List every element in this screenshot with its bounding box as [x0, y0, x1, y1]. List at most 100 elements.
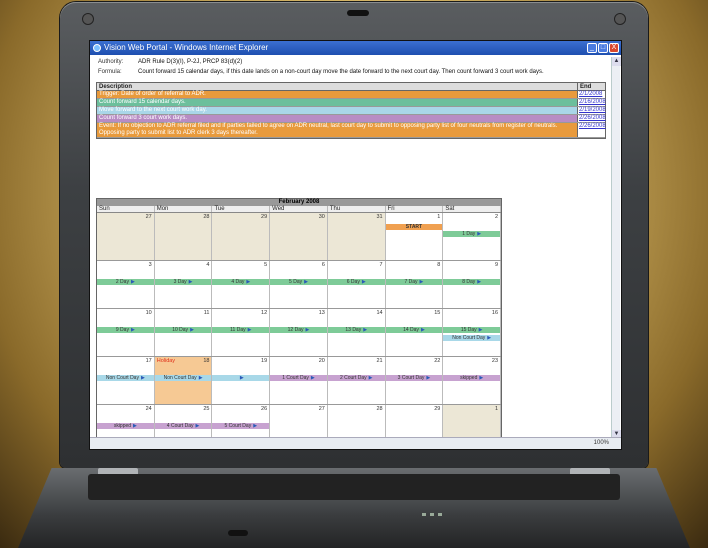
day-number: 27: [145, 214, 152, 220]
day-event-bar[interactable]: 2 Day ▶: [97, 279, 154, 285]
day-event-bar[interactable]: 4 Court Day ▶: [154, 423, 212, 429]
day-number: 29: [261, 214, 268, 220]
lid-screw-left: [82, 13, 94, 25]
calendar-day[interactable]: 4 3 Day ▶: [154, 261, 213, 308]
calendar-day[interactable]: 29: [212, 213, 271, 260]
maximize-button[interactable]: □: [598, 43, 608, 53]
calendar-day[interactable]: 30: [270, 213, 328, 260]
arrow-right-icon: ▶: [133, 423, 137, 429]
day-event-bar[interactable]: Non Court Day ▶: [154, 375, 212, 381]
day-event-bar[interactable]: 7 Day ▶: [385, 279, 443, 285]
day-number: 30: [318, 214, 325, 220]
day-event-bar[interactable]: 1 Court Day ▶: [270, 375, 327, 381]
day-event-bar[interactable]: ▶: [212, 375, 270, 381]
day-event-bar[interactable]: skipped ▶: [97, 423, 154, 429]
calendar-day[interactable]: 11 10 Day ▶: [154, 309, 213, 356]
steps-body: Trigger: Date of order of referral to AD…: [97, 91, 606, 138]
day-event-bar[interactable]: 5 Day ▶: [270, 279, 327, 285]
day-event-bar[interactable]: 3 Day ▶: [154, 279, 212, 285]
day-number: 10: [145, 310, 152, 316]
steps-header: Description End: [97, 83, 605, 91]
vertical-scrollbar[interactable]: ▲ ▼: [611, 57, 621, 439]
calendar-day[interactable]: 13 12 Day ▶: [270, 309, 328, 356]
day-event-bar[interactable]: START: [385, 224, 443, 230]
calendar-day[interactable]: 9 8 Day ▶: [443, 261, 502, 308]
day-number: 19: [261, 358, 268, 364]
minimize-button[interactable]: _: [587, 43, 597, 53]
day-event-label: 5 Day: [289, 279, 303, 285]
day-event-bar[interactable]: 14 Day ▶: [385, 327, 443, 333]
calendar-day[interactable]: 3 2 Day ▶: [97, 261, 155, 308]
calendar-day[interactable]: 10 9 Day ▶: [97, 309, 155, 356]
arrow-right-icon: ▶: [188, 279, 193, 285]
day-event-bar[interactable]: 2 Court Day ▶: [327, 375, 385, 381]
day-event-label: START: [405, 224, 423, 230]
close-button[interactable]: X: [609, 43, 619, 53]
calendar-day[interactable]: 19 ▶: [212, 357, 271, 404]
step-end-link[interactable]: 2/26/2008: [577, 123, 606, 137]
day-of-week-label: Fri: [386, 206, 444, 212]
day-event-bar[interactable]: skipped ▶: [443, 375, 501, 381]
day-event-bar[interactable]: 4 Day ▶: [212, 279, 270, 285]
steps-table: Description End Trigger: Date of order o…: [96, 82, 606, 139]
day-event-bar[interactable]: 1 Day ▶: [443, 231, 501, 237]
step-description: Count forward 15 calendar days.: [97, 99, 577, 106]
day-event-bar[interactable]: 12 Day ▶: [270, 327, 327, 333]
day-event-bar[interactable]: 3 Court Day ▶: [385, 375, 443, 381]
calendar-day[interactable]: 6 5 Day ▶: [270, 261, 328, 308]
day-number: 31: [376, 214, 383, 220]
day-event-label: 3 Court Day: [397, 375, 425, 381]
day-number: 12: [261, 310, 268, 316]
calendar-day[interactable]: 2 1 Day ▶: [443, 213, 502, 260]
calendar-day[interactable]: 7 6 Day ▶: [327, 261, 386, 308]
calendar-day[interactable]: 16 15 Day ▶ Non Court Day ▶: [443, 309, 502, 356]
scroll-up-icon[interactable]: ▲: [612, 57, 621, 66]
arrow-right-icon: ▶: [247, 327, 252, 333]
calendar-day[interactable]: 20 1 Court Day ▶: [270, 357, 328, 404]
title-bar[interactable]: Vision Web Portal - Windows Internet Exp…: [90, 41, 621, 55]
calendar-day[interactable]: 22 3 Court Day ▶: [385, 357, 444, 404]
calendar-day[interactable]: 21 2 Court Day ▶: [327, 357, 386, 404]
calendar-day[interactable]: 18 Holiday Non Court Day ▶: [154, 357, 213, 404]
status-bar: 100%: [90, 437, 621, 449]
laptop-base: [18, 468, 690, 548]
day-event-bar[interactable]: 6 Day ▶: [327, 279, 385, 285]
calendar-day[interactable]: 17 Non Court Day ▶: [97, 357, 155, 404]
day-number: 5: [264, 262, 268, 268]
day-number: 11: [203, 310, 210, 316]
step-row: Move forward to the next court work day.…: [97, 107, 606, 115]
day-event-bar[interactable]: 8 Day ▶: [443, 279, 501, 285]
day-event-label: 4 Court Day: [166, 423, 194, 429]
day-event-bar[interactable]: 15 Day ▶: [443, 327, 501, 333]
calendar-day[interactable]: 12 11 Day ▶: [212, 309, 271, 356]
arrow-right-icon: ▶: [479, 375, 484, 381]
calendar-day[interactable]: 27: [97, 213, 155, 260]
calendar-day[interactable]: 23 skipped ▶: [443, 357, 502, 404]
day-number: 18: [203, 358, 210, 364]
day-event-bar[interactable]: Non Court Day ▶: [97, 375, 154, 381]
step-end-link[interactable]: 2/19/2008: [577, 107, 606, 114]
calendar-day[interactable]: 8 7 Day ▶: [385, 261, 444, 308]
day-event-bar[interactable]: 10 Day ▶: [154, 327, 212, 333]
calendar-day[interactable]: 14 13 Day ▶: [327, 309, 386, 356]
day-event-bar[interactable]: 5 Court Day ▶: [212, 423, 270, 429]
calendar-day[interactable]: 5 4 Day ▶: [212, 261, 271, 308]
step-end-link[interactable]: 2/26/2008: [577, 115, 606, 122]
step-end-link[interactable]: 2/16/2008: [577, 99, 606, 106]
day-event-label: 2 Day: [115, 279, 129, 285]
day-event-bar[interactable]: 9 Day ▶: [97, 327, 154, 333]
day-number: 22: [434, 358, 441, 364]
authority-label: Authority:: [98, 59, 124, 65]
calendar-day[interactable]: 28: [154, 213, 213, 260]
day-event-bar[interactable]: Non Court Day ▶: [443, 335, 501, 341]
arrow-right-icon: ▶: [426, 375, 431, 381]
day-event-label: 3 Day: [173, 279, 187, 285]
day-event-bar[interactable]: 11 Day ▶: [212, 327, 270, 333]
step-end-link[interactable]: 2/1/2008: [577, 91, 605, 98]
day-of-week-label: Sun: [97, 206, 155, 212]
calendar-day[interactable]: 1 START: [385, 213, 444, 260]
calendar-day[interactable]: 15 14 Day ▶: [385, 309, 444, 356]
calendar-day[interactable]: 31: [327, 213, 386, 260]
zoom-level[interactable]: 100%: [594, 440, 609, 446]
day-event-bar[interactable]: 13 Day ▶: [327, 327, 385, 333]
